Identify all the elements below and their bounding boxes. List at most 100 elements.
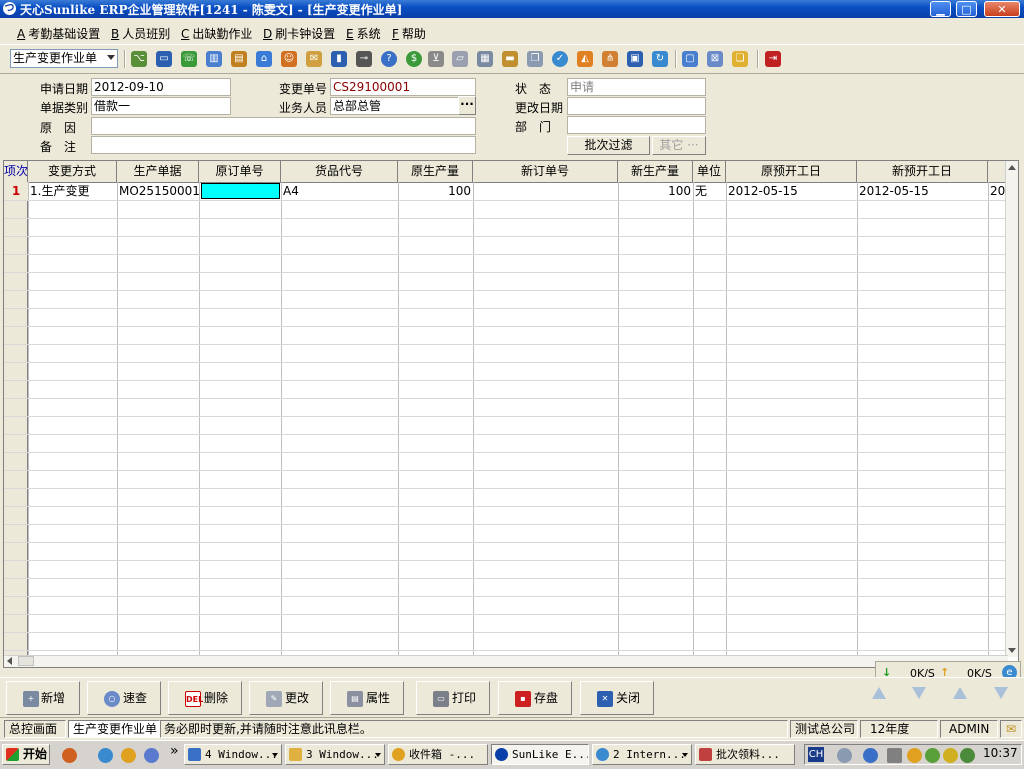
check-icon[interactable]: ✓: [552, 51, 568, 67]
refresh-icon[interactable]: ↻: [652, 51, 668, 67]
tile-icon[interactable]: ❏: [732, 51, 748, 67]
building-icon[interactable]: ▥: [206, 51, 222, 67]
task-batch-picking[interactable]: 批次领料...: [695, 744, 795, 765]
row-1-orig-order-selected[interactable]: [201, 183, 280, 199]
task-inbox[interactable]: 收件箱 -...: [388, 744, 488, 765]
properties-button[interactable]: ▤ 属性: [330, 681, 404, 715]
other-button[interactable]: 其它 ···: [652, 136, 706, 155]
col-header-orig-qty[interactable]: 原生产量: [398, 161, 473, 182]
menu-help[interactable]: F 帮助: [392, 25, 426, 42]
menu-attendance-setup[interactable]: A 考勤基础设置: [17, 25, 100, 42]
col-header-new-qty[interactable]: 新生产量: [618, 161, 693, 182]
quick-query-button[interactable]: ○ 速查: [87, 681, 161, 715]
calculator-icon[interactable]: ▦: [477, 51, 493, 67]
save-button[interactable]: ▪ 存盘: [498, 681, 572, 715]
print-button[interactable]: ▭ 打印: [416, 681, 490, 715]
cascade-icon[interactable]: ⊠: [707, 51, 723, 67]
clock-app-icon[interactable]: [121, 748, 136, 763]
delete-button[interactable]: DEL 删除: [168, 681, 242, 715]
horizontal-scrollbar[interactable]: [4, 655, 1008, 667]
add-button[interactable]: + 新增: [6, 681, 80, 715]
nav-next-icon[interactable]: [912, 687, 926, 699]
document-icon[interactable]: ▱: [452, 51, 468, 67]
col-header-change-method[interactable]: 变更方式: [28, 161, 117, 182]
close-form-button[interactable]: ✕ 关闭: [580, 681, 654, 715]
task-sunlike[interactable]: SunLike E...: [491, 744, 589, 765]
row-1-orig-start[interactable]: 2012-05-15: [726, 182, 857, 200]
briefcase-icon[interactable]: ▤: [231, 51, 247, 67]
ie-quicklaunch-icon[interactable]: [98, 748, 113, 763]
network-tray-icon[interactable]: [837, 748, 852, 763]
row-1-new-start[interactable]: 2012-05-15: [857, 182, 988, 200]
maximize-button[interactable]: □: [956, 1, 977, 17]
row-1-orig-qty[interactable]: 100: [398, 182, 473, 200]
start-button[interactable]: 开始: [2, 744, 50, 765]
tree-icon[interactable]: ⌥: [131, 51, 147, 67]
nav-last-icon[interactable]: [994, 687, 1008, 699]
security-tray-icon[interactable]: [925, 748, 940, 763]
outlook-icon[interactable]: [144, 748, 159, 763]
col-header-unit[interactable]: 单位: [693, 161, 726, 182]
cart-icon[interactable]: ⊻: [428, 51, 444, 67]
nav-first-icon[interactable]: [953, 687, 967, 699]
salesperson-lookup-button[interactable]: ···: [458, 96, 476, 115]
row-1-prod-doc[interactable]: MO25150001: [117, 182, 199, 200]
window-icon[interactable]: ▢: [682, 51, 698, 67]
title-bar[interactable]: つ 天心Sunlike ERP企业管理软件[1241 - 陈雯文] - [生产变…: [0, 0, 1024, 18]
menu-system[interactable]: E 系统: [346, 25, 381, 42]
change-date-field[interactable]: [567, 97, 706, 115]
people-icon[interactable]: ☺: [281, 51, 297, 67]
home-icon[interactable]: ⌂: [256, 51, 272, 67]
form-selector-dropdown[interactable]: 生产变更作业单: [10, 49, 118, 68]
task-windows-4[interactable]: 4 Window...: [184, 744, 282, 765]
help-tray-icon[interactable]: [863, 748, 878, 763]
minimize-button[interactable]: ▁: [930, 1, 951, 17]
copy-icon[interactable]: ❐: [527, 51, 543, 67]
modify-button[interactable]: ✎ 更改: [249, 681, 323, 715]
home-panel-tab[interactable]: 总控画面: [4, 720, 66, 738]
add-tray-icon[interactable]: [943, 748, 958, 763]
scroll-up-icon[interactable]: [1008, 165, 1016, 170]
salesperson-field[interactable]: 总部总管: [330, 97, 460, 115]
row-1-item-code[interactable]: A4: [281, 182, 398, 200]
col-header-item-code[interactable]: 货品代号: [281, 161, 398, 182]
menu-card-clock[interactable]: D 刷卡钟设置: [263, 25, 335, 42]
col-header-new-start[interactable]: 新预开工日: [857, 161, 988, 182]
batch-filter-button[interactable]: 批次过滤: [567, 136, 650, 155]
help-icon[interactable]: ?: [381, 51, 397, 67]
exit-icon[interactable]: ⇥: [765, 51, 781, 67]
row-1-change-method[interactable]: 1.生产变更: [28, 182, 117, 200]
apply-date-field[interactable]: 2012-09-10: [91, 78, 231, 96]
scroll-left-icon[interactable]: [7, 657, 12, 665]
volume-tray-icon[interactable]: [960, 748, 975, 763]
row-1-line-no[interactable]: 1: [4, 182, 28, 200]
col-header-orig-start[interactable]: 原预开工日: [726, 161, 857, 182]
row-1-unit[interactable]: 无: [693, 182, 726, 200]
col-header-new-order[interactable]: 新订单号: [473, 161, 618, 182]
bell-icon[interactable]: ◭: [577, 51, 593, 67]
reason-field[interactable]: [91, 117, 476, 135]
clock-tray-icon[interactable]: [907, 748, 922, 763]
current-form-tab[interactable]: 生产变更作业单: [68, 720, 160, 738]
col-header-line-no[interactable]: 项次: [4, 161, 28, 182]
menu-absence[interactable]: C 出缺勤作业: [181, 25, 252, 42]
remark-field[interactable]: [91, 136, 476, 154]
monitor-icon[interactable]: ▭: [156, 51, 172, 67]
col-header-orig-order[interactable]: 原订单号: [199, 161, 281, 182]
task-windows-3[interactable]: 3 Window...: [285, 744, 385, 765]
dollar-icon[interactable]: $: [406, 51, 422, 67]
more-quicklaunch-icon[interactable]: »: [170, 743, 179, 759]
close-window-button[interactable]: ✕: [984, 1, 1020, 17]
scroll-down-icon[interactable]: [1008, 648, 1016, 653]
doc-type-field[interactable]: 借款一: [91, 97, 231, 115]
mail-icon[interactable]: ✉: [306, 51, 322, 67]
row-1-new-order[interactable]: [473, 182, 618, 200]
input-method-indicator[interactable]: CH: [808, 747, 824, 762]
detail-grid[interactable]: 项次 变更方式 生产单据 原订单号 货品代号 原生产量 新订单号 新生产量 单位…: [3, 160, 1019, 668]
key-icon[interactable]: ⊸: [356, 51, 372, 67]
archive-icon[interactable]: ▬: [502, 51, 518, 67]
apps-icon[interactable]: [62, 748, 77, 763]
phone-icon[interactable]: ☏: [181, 51, 197, 67]
bookmark-icon[interactable]: ▮: [331, 51, 347, 67]
org-icon[interactable]: ⋔: [602, 51, 618, 67]
